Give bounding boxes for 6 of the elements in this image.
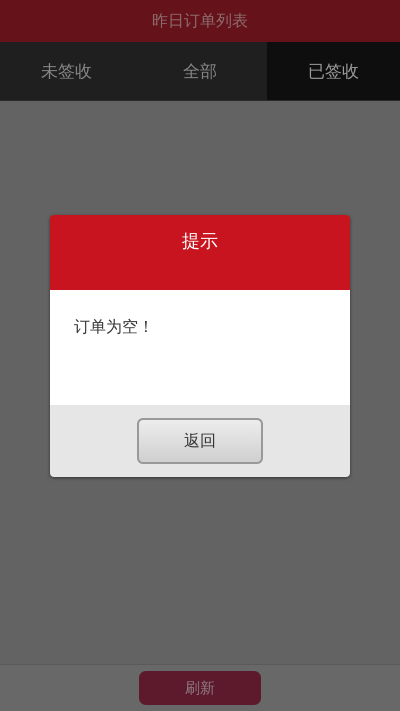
refresh-button[interactable]: 刷新 xyxy=(139,671,261,705)
back-button[interactable]: 返回 xyxy=(137,418,263,464)
tab[interactable]: 已签收 xyxy=(266,42,400,100)
header-title: 昨日订单列表 xyxy=(152,10,248,32)
dialog-message: 订单为空！ xyxy=(74,317,154,336)
dialog-title: 提示 xyxy=(182,230,218,254)
